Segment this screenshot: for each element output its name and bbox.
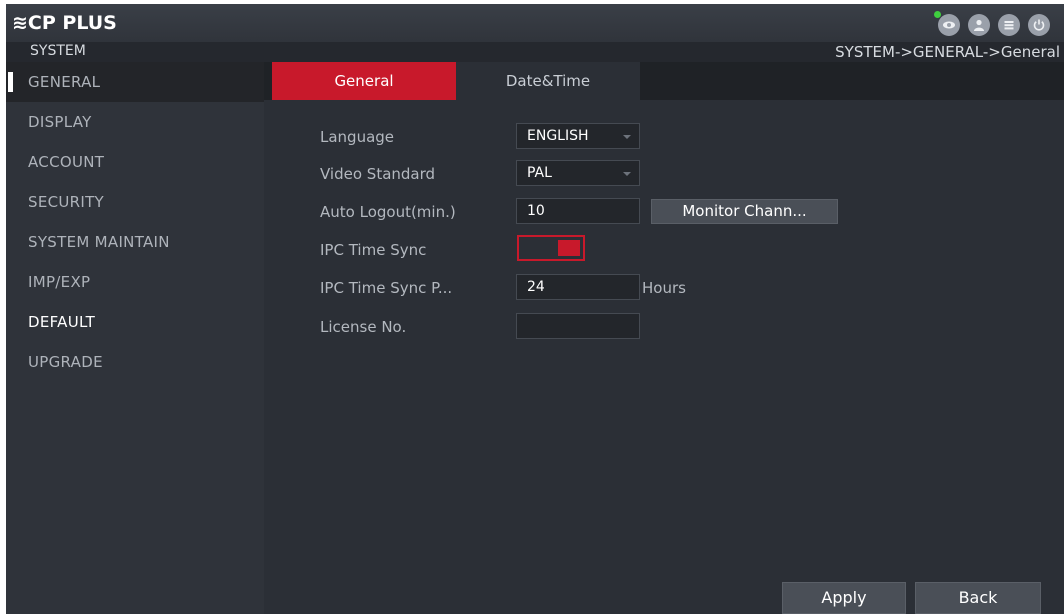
brand-logo: ≋CP PLUS	[12, 12, 117, 34]
app-window: ≋CP PLUS SYSTEM SYSTEM->GENERAL->General…	[6, 4, 1064, 614]
hours-unit: Hours	[642, 279, 686, 297]
toggle-knob	[558, 240, 580, 256]
video-standard-label: Video Standard	[320, 165, 436, 183]
sidebar-item-label: SECURITY	[28, 193, 105, 211]
tab-general[interactable]: General	[272, 62, 456, 100]
apply-button[interactable]: Apply	[782, 582, 906, 614]
sidebar-item-label: UPGRADE	[28, 353, 103, 371]
video-standard-value: PAL	[527, 165, 552, 181]
sidebar-item-upgrade[interactable]: UPGRADE	[6, 342, 264, 382]
tab-bar: General Date&Time	[264, 62, 1064, 100]
ipc-time-sync-toggle[interactable]	[517, 235, 585, 261]
auto-logout-label: Auto Logout(min.)	[320, 203, 456, 221]
language-label: Language	[320, 128, 395, 146]
power-icon[interactable]	[1028, 14, 1050, 36]
eye-icon[interactable]	[934, 11, 960, 36]
breadcrumb: SYSTEM->GENERAL->General	[835, 43, 1060, 61]
sidebar-item-label: DEFAULT	[28, 313, 96, 331]
license-no-input[interactable]	[516, 313, 640, 339]
ipc-time-sync-label: IPC Time Sync	[320, 241, 427, 259]
auto-logout-input[interactable]: 10	[516, 198, 640, 224]
section-bar: SYSTEM SYSTEM->GENERAL->General	[6, 42, 1064, 62]
sidebar-item-general[interactable]: GENERAL	[6, 62, 264, 102]
sidebar-item-system-maintain[interactable]: SYSTEM MAINTAIN	[6, 222, 264, 262]
section-title: SYSTEM	[30, 43, 86, 59]
sidebar-item-label: IMP/EXP	[28, 273, 91, 291]
top-icons	[934, 11, 1050, 36]
chevron-down-icon	[623, 172, 631, 176]
user-icon[interactable]	[968, 14, 990, 36]
video-standard-select[interactable]: PAL	[516, 160, 640, 186]
sidebar-item-account[interactable]: ACCOUNT	[6, 142, 264, 182]
back-button[interactable]: Back	[915, 582, 1041, 614]
sidebar: GENERAL DISPLAY ACCOUNT SECURITY SYSTEM …	[6, 62, 264, 614]
sidebar-item-label: SYSTEM MAINTAIN	[28, 233, 170, 251]
active-marker	[8, 72, 13, 92]
sidebar-item-default[interactable]: DEFAULT	[6, 302, 264, 342]
license-no-label: License No.	[320, 318, 407, 336]
ipc-time-sync-period-label: IPC Time Sync P...	[320, 279, 453, 297]
sidebar-item-label: DISPLAY	[28, 113, 92, 131]
sidebar-item-display[interactable]: DISPLAY	[6, 102, 264, 142]
sidebar-item-label: ACCOUNT	[28, 153, 105, 171]
language-value: ENGLISH	[527, 128, 589, 144]
chevron-down-icon	[623, 135, 631, 139]
sidebar-item-imp-exp[interactable]: IMP/EXP	[6, 262, 264, 302]
monitor-channel-button[interactable]: Monitor Chann...	[651, 199, 838, 224]
tab-date-time[interactable]: Date&Time	[456, 62, 640, 100]
top-bar: ≋CP PLUS	[6, 4, 1064, 42]
menu-icon[interactable]	[998, 14, 1020, 36]
ipc-time-sync-period-input[interactable]: 24	[516, 274, 640, 300]
sidebar-item-label: GENERAL	[28, 73, 101, 91]
status-dot	[934, 11, 941, 18]
language-select[interactable]: ENGLISH	[516, 123, 640, 149]
sidebar-item-security[interactable]: SECURITY	[6, 182, 264, 222]
